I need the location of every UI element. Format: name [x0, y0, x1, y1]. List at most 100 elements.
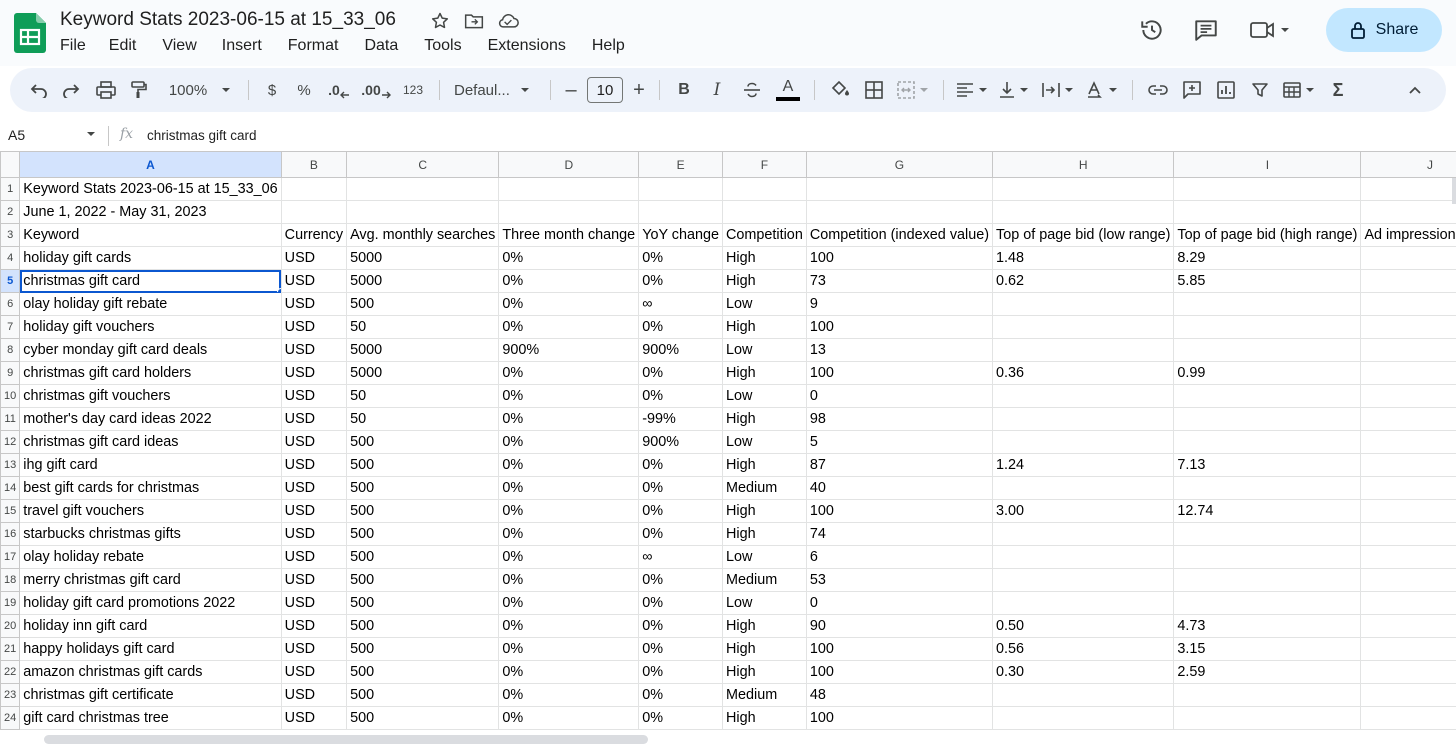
font-select[interactable]: Defaul...	[448, 75, 542, 105]
menu-format[interactable]: Format	[288, 37, 348, 55]
cell-c19[interactable]: 500	[346, 591, 500, 615]
cell-i19[interactable]	[1173, 591, 1362, 615]
cell-g24[interactable]: 100	[805, 706, 994, 730]
cell-c6[interactable]: 500	[346, 292, 500, 316]
cell-e10[interactable]: 0%	[638, 384, 724, 408]
cell-i10[interactable]	[1173, 384, 1362, 408]
row-header[interactable]: 24	[0, 706, 21, 730]
cell-f17[interactable]: Low	[722, 545, 807, 569]
cell-i7[interactable]	[1173, 315, 1362, 339]
decrease-decimal-button[interactable]: .0	[321, 75, 357, 105]
cell-f13[interactable]: High	[722, 453, 807, 477]
cell-g12[interactable]: 5	[805, 430, 994, 454]
cell-j23[interactable]	[1360, 683, 1456, 707]
cell-g1[interactable]	[805, 177, 994, 201]
row-header[interactable]: 2	[0, 200, 21, 224]
cell-b24[interactable]: USD	[280, 706, 348, 730]
cell-d11[interactable]: 0%	[498, 407, 640, 431]
cell-j17[interactable]	[1360, 545, 1456, 569]
cell-f2[interactable]	[722, 200, 807, 224]
horizontal-align-icon[interactable]	[952, 75, 992, 105]
cell-h14[interactable]	[992, 476, 1175, 500]
undo-icon[interactable]	[24, 75, 54, 105]
cell-c11[interactable]: 50	[346, 407, 500, 431]
cell-e24[interactable]: 0%	[638, 706, 724, 730]
cell-b19[interactable]: USD	[280, 591, 348, 615]
name-box[interactable]: A5	[8, 127, 98, 143]
cell-a5[interactable]: christmas gift card	[19, 269, 282, 293]
cell-c9[interactable]: 5000	[346, 361, 500, 385]
cell-g21[interactable]: 100	[805, 637, 994, 661]
column-header-c[interactable]: C	[346, 151, 500, 178]
cell-i24[interactable]	[1173, 706, 1362, 730]
cell-j12[interactable]	[1360, 430, 1456, 454]
cell-h1[interactable]	[992, 177, 1175, 201]
column-header-d[interactable]: D	[498, 151, 640, 178]
cell-d22[interactable]: 0%	[498, 660, 640, 684]
cell-a7[interactable]: holiday gift vouchers	[19, 315, 282, 339]
row-header[interactable]: 3	[0, 223, 21, 247]
cell-c3[interactable]: Avg. monthly searches	[346, 223, 500, 247]
cell-b5[interactable]: USD	[280, 269, 348, 293]
cell-d19[interactable]: 0%	[498, 591, 640, 615]
row-header[interactable]: 16	[0, 522, 21, 546]
cell-j5[interactable]	[1360, 269, 1456, 293]
cell-b11[interactable]: USD	[280, 407, 348, 431]
cell-i9[interactable]: 0.99	[1173, 361, 1362, 385]
row-header[interactable]: 18	[0, 568, 21, 592]
cell-g19[interactable]: 0	[805, 591, 994, 615]
cell-c10[interactable]: 50	[346, 384, 500, 408]
font-size-decrease-button[interactable]: –	[559, 75, 583, 105]
cell-i22[interactable]: 2.59	[1173, 660, 1362, 684]
cell-b22[interactable]: USD	[280, 660, 348, 684]
cell-b14[interactable]: USD	[280, 476, 348, 500]
cell-f16[interactable]: High	[722, 522, 807, 546]
zoom-select[interactable]: 100%	[160, 75, 240, 105]
cell-b21[interactable]: USD	[280, 637, 348, 661]
cell-j3[interactable]: Ad impression share	[1360, 223, 1456, 247]
font-size-increase-button[interactable]: +	[627, 75, 651, 105]
vertical-scrollbar[interactable]	[1452, 178, 1456, 204]
row-header[interactable]: 13	[0, 453, 21, 477]
cell-e21[interactable]: 0%	[638, 637, 724, 661]
cell-g8[interactable]: 13	[805, 338, 994, 362]
cell-j1[interactable]	[1360, 177, 1456, 201]
cell-f21[interactable]: High	[722, 637, 807, 661]
cell-j11[interactable]	[1360, 407, 1456, 431]
cell-a23[interactable]: christmas gift certificate	[19, 683, 282, 707]
cell-j6[interactable]	[1360, 292, 1456, 316]
cell-h13[interactable]: 1.24	[992, 453, 1175, 477]
column-header-a[interactable]: A	[19, 151, 282, 178]
row-header[interactable]: 7	[0, 315, 21, 339]
italic-button[interactable]: I	[700, 75, 734, 105]
cell-f1[interactable]	[722, 177, 807, 201]
cell-f23[interactable]: Medium	[722, 683, 807, 707]
cell-h20[interactable]: 0.50	[992, 614, 1175, 638]
cell-b12[interactable]: USD	[280, 430, 348, 454]
filter-icon[interactable]	[1243, 75, 1277, 105]
cell-d5[interactable]: 0%	[498, 269, 640, 293]
row-header[interactable]: 20	[0, 614, 21, 638]
cell-j8[interactable]	[1360, 338, 1456, 362]
cell-g14[interactable]: 40	[805, 476, 994, 500]
row-header[interactable]: 15	[0, 499, 21, 523]
cell-a3[interactable]: Keyword	[19, 223, 282, 247]
cell-d12[interactable]: 0%	[498, 430, 640, 454]
cell-i3[interactable]: Top of page bid (high range)	[1173, 223, 1362, 247]
cell-b23[interactable]: USD	[280, 683, 348, 707]
cell-g23[interactable]: 48	[805, 683, 994, 707]
cell-h17[interactable]	[992, 545, 1175, 569]
row-header[interactable]: 17	[0, 545, 21, 569]
column-header-f[interactable]: F	[722, 151, 807, 178]
cell-d10[interactable]: 0%	[498, 384, 640, 408]
cell-d20[interactable]: 0%	[498, 614, 640, 638]
cell-a15[interactable]: travel gift vouchers	[19, 499, 282, 523]
cell-c7[interactable]: 50	[346, 315, 500, 339]
cell-e3[interactable]: YoY change	[638, 223, 724, 247]
cell-d17[interactable]: 0%	[498, 545, 640, 569]
cell-a10[interactable]: christmas gift vouchers	[19, 384, 282, 408]
menu-view[interactable]: View	[162, 37, 205, 55]
cell-i16[interactable]	[1173, 522, 1362, 546]
cell-c21[interactable]: 500	[346, 637, 500, 661]
row-header[interactable]: 23	[0, 683, 21, 707]
